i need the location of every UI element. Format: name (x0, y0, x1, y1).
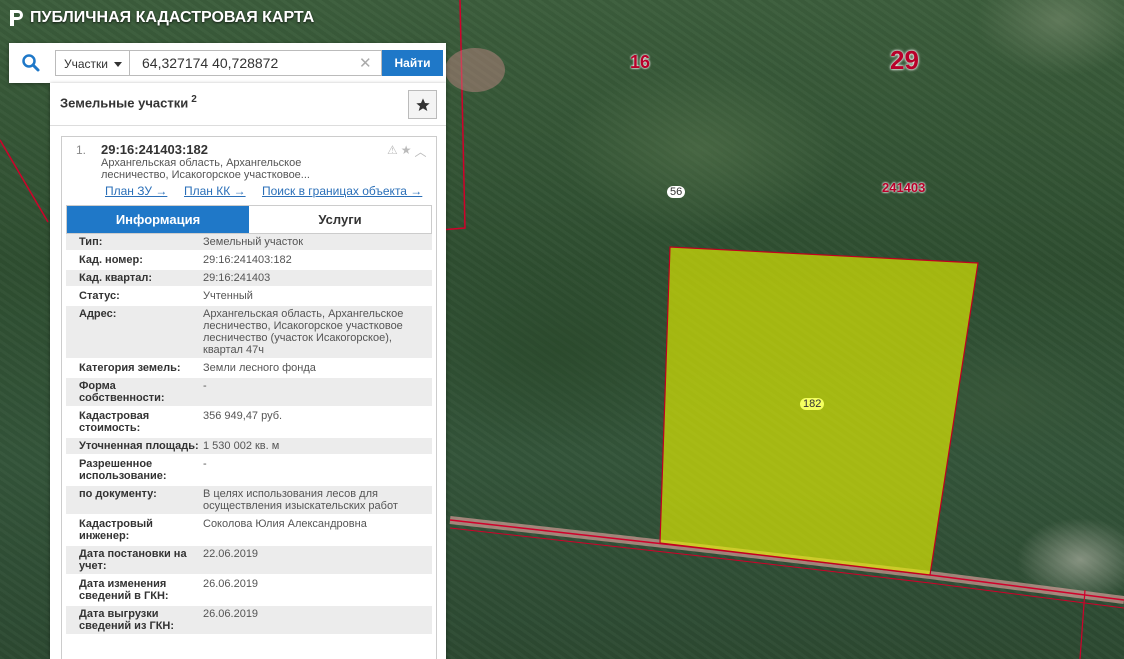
info-value: - (203, 377, 432, 408)
close-icon[interactable]: ✕ (359, 54, 372, 72)
info-row: Дата изменения сведений в ГКН: 26.06.2019 (66, 575, 432, 606)
info-key: Дата постановки на учет: (66, 545, 203, 576)
chevron-down-icon (114, 62, 122, 67)
app-header: ПУБЛИЧНАЯ КАДАСТРОВАЯ КАРТА (8, 8, 314, 28)
results-count: 2 (191, 94, 197, 105)
info-row: Адрес: Архангельская область, Архангельск… (66, 305, 432, 360)
info-value: Земельный участок (203, 234, 432, 252)
card-actions: ⚠ ★ ︿ (387, 143, 427, 160)
search-input[interactable] (130, 50, 382, 76)
info-row: Разрешенное использование: - (66, 455, 432, 486)
district-label: 16 (630, 52, 651, 72)
info-value: В целях использования лесов для осуществ… (203, 485, 432, 516)
star-icon[interactable]: ★ (401, 143, 412, 160)
info-value[interactable]: 29:16:241403 (203, 269, 432, 288)
info-key: Кадастровый инженер: (66, 515, 203, 546)
info-key: Кад. квартал: (66, 269, 203, 288)
info-key: Уточненная площадь: (66, 437, 203, 456)
info-value: Учтенный (203, 287, 432, 306)
info-value: Соколова Юлия Александровна (203, 515, 432, 546)
search-type-value: Участки (64, 57, 108, 71)
boundary-line (1079, 589, 1086, 659)
clearing-area (445, 48, 505, 92)
region-label: 29 (890, 45, 919, 75)
info-key: Тип: (66, 234, 203, 252)
panel-title-text: Земельные участки (60, 95, 189, 111)
star-icon (415, 97, 430, 111)
info-value: Архангельская область, Архангельское лес… (203, 305, 432, 360)
info-key: Дата выгрузки сведений из ГКН: (66, 605, 203, 636)
info-value: Земли лесного фонда (203, 359, 432, 378)
info-key: Форма собственности: (66, 377, 203, 408)
tab-services[interactable]: Услуги (249, 206, 431, 233)
parcel-label-56[interactable]: 56 (667, 186, 686, 198)
selected-parcel (659, 246, 979, 576)
plan-kk-link[interactable]: План КК → (184, 184, 246, 198)
info-row: Статус: Учтенный (66, 287, 432, 306)
logo-icon (10, 10, 23, 26)
info-key: по документу: (66, 485, 203, 516)
parcel-label-182[interactable]: 182 (800, 398, 825, 410)
results-panel: Земельные участки 2 1. 29:16:241403:182 А… (50, 83, 446, 659)
info-row: Категория земель: Земли лесного фонда (66, 359, 432, 378)
result-number: 1. (76, 143, 87, 157)
info-value: - (203, 455, 432, 486)
result-tabs: Информация Услуги (66, 205, 432, 234)
info-value[interactable]: 29:16:241403:182 (203, 251, 432, 270)
info-row: Кадастровый инженер: Соколова Юлия Алекса… (66, 515, 432, 546)
result-card: 1. 29:16:241403:182 Архангельская област… (61, 136, 437, 659)
quarter-label: 241403 (882, 180, 926, 195)
search-bar: Участки ✕ Найти (9, 43, 446, 83)
info-value: 1 530 002 кв. м (203, 437, 432, 456)
info-row: Тип: Земельный участок (66, 234, 432, 252)
info-key: Статус: (66, 287, 203, 306)
panel-title: Земельные участки 2 (60, 94, 197, 110)
info-row: Форма собственности: - (66, 377, 432, 408)
info-row: Кадастровая стоимость: 356 949,47 руб. (66, 407, 432, 438)
info-row: Дата постановки на учет: 22.06.2019 (66, 545, 432, 576)
info-key: Кадастровая стоимость: (66, 407, 203, 438)
info-key: Категория земель: (66, 359, 203, 378)
info-row: Уточненная площадь: 1 530 002 кв. м (66, 437, 432, 456)
warning-icon[interactable]: ⚠ (387, 143, 398, 160)
search-bounds-link[interactable]: Поиск в границах объекта → (262, 184, 422, 198)
info-value: 356 949,47 руб. (203, 407, 432, 438)
info-value: 22.06.2019 (203, 545, 432, 576)
favorites-button[interactable] (408, 90, 437, 119)
info-table: Тип: Земельный участок Кад. номер: 29:16:24… (66, 234, 432, 636)
info-value: 26.06.2019 (203, 575, 432, 606)
info-value: 26.06.2019 (203, 605, 432, 636)
info-key: Адрес: (66, 305, 203, 360)
result-cad-number[interactable]: 29:16:241403:182 (101, 142, 208, 157)
boundary-line (0, 139, 49, 223)
info-row: Кад. квартал: 29:16:241403 (66, 269, 432, 288)
divider (50, 125, 446, 126)
plan-zu-link[interactable]: План ЗУ → (105, 184, 167, 198)
find-button[interactable]: Найти (382, 50, 443, 76)
search-type-select[interactable]: Участки (55, 50, 130, 76)
info-row: по документу: В целях использования лесов… (66, 485, 432, 516)
chevron-up-icon[interactable]: ︿ (415, 143, 427, 160)
info-key: Кад. номер: (66, 251, 203, 270)
tab-information[interactable]: Информация (67, 206, 249, 233)
app-title: ПУБЛИЧНАЯ КАДАСТРОВАЯ КАРТА (30, 9, 315, 26)
search-icon[interactable] (21, 53, 41, 73)
info-key: Дата изменения сведений в ГКН: (66, 575, 203, 606)
info-row: Дата выгрузки сведений из ГКН: 26.06.2019 (66, 605, 432, 636)
result-address: Архангельская область, Архангельское лес… (101, 157, 310, 181)
info-row: Кад. номер: 29:16:241403:182 (66, 251, 432, 270)
info-key: Разрешенное использование: (66, 455, 203, 486)
